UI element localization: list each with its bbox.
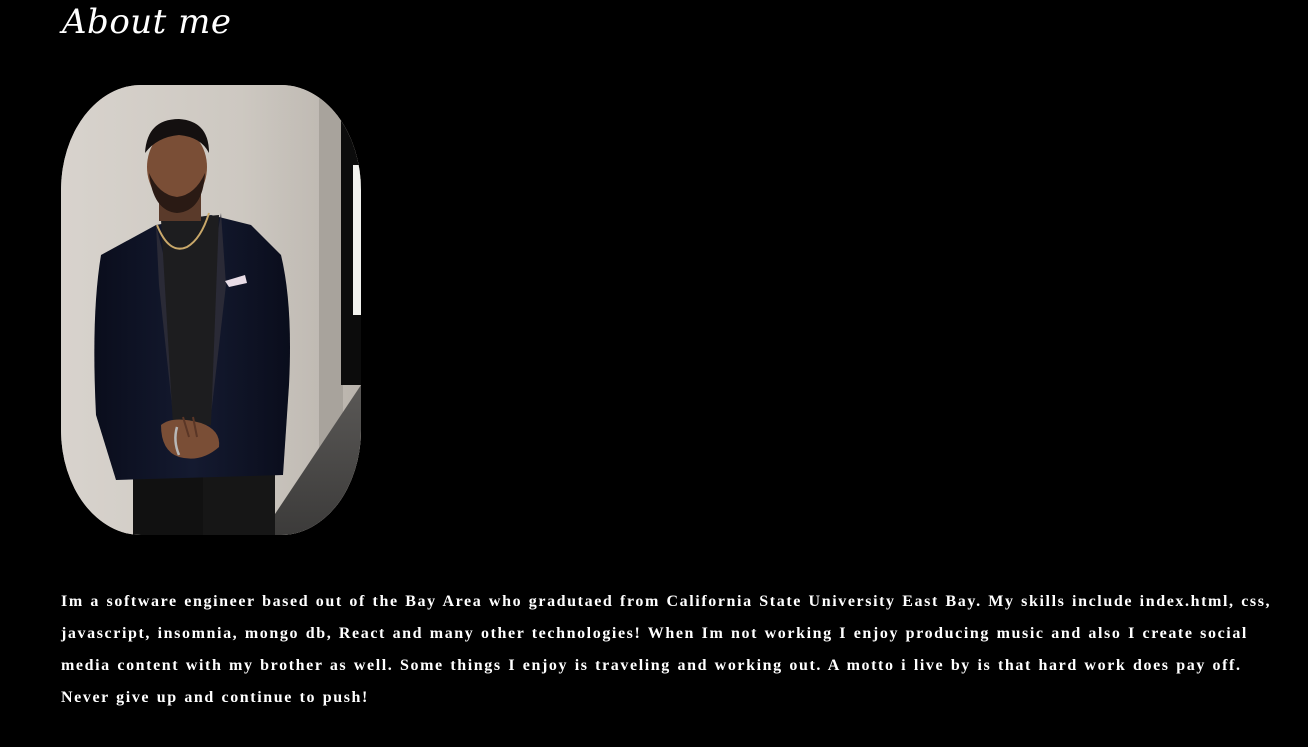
about-page: About me Im a software engineer based ou… <box>0 0 1308 747</box>
page-title: About me <box>62 2 232 42</box>
profile-photo <box>61 85 361 535</box>
about-bio: Im a software engineer based out of the … <box>61 593 1272 706</box>
profile-photo-illustration <box>61 85 361 535</box>
